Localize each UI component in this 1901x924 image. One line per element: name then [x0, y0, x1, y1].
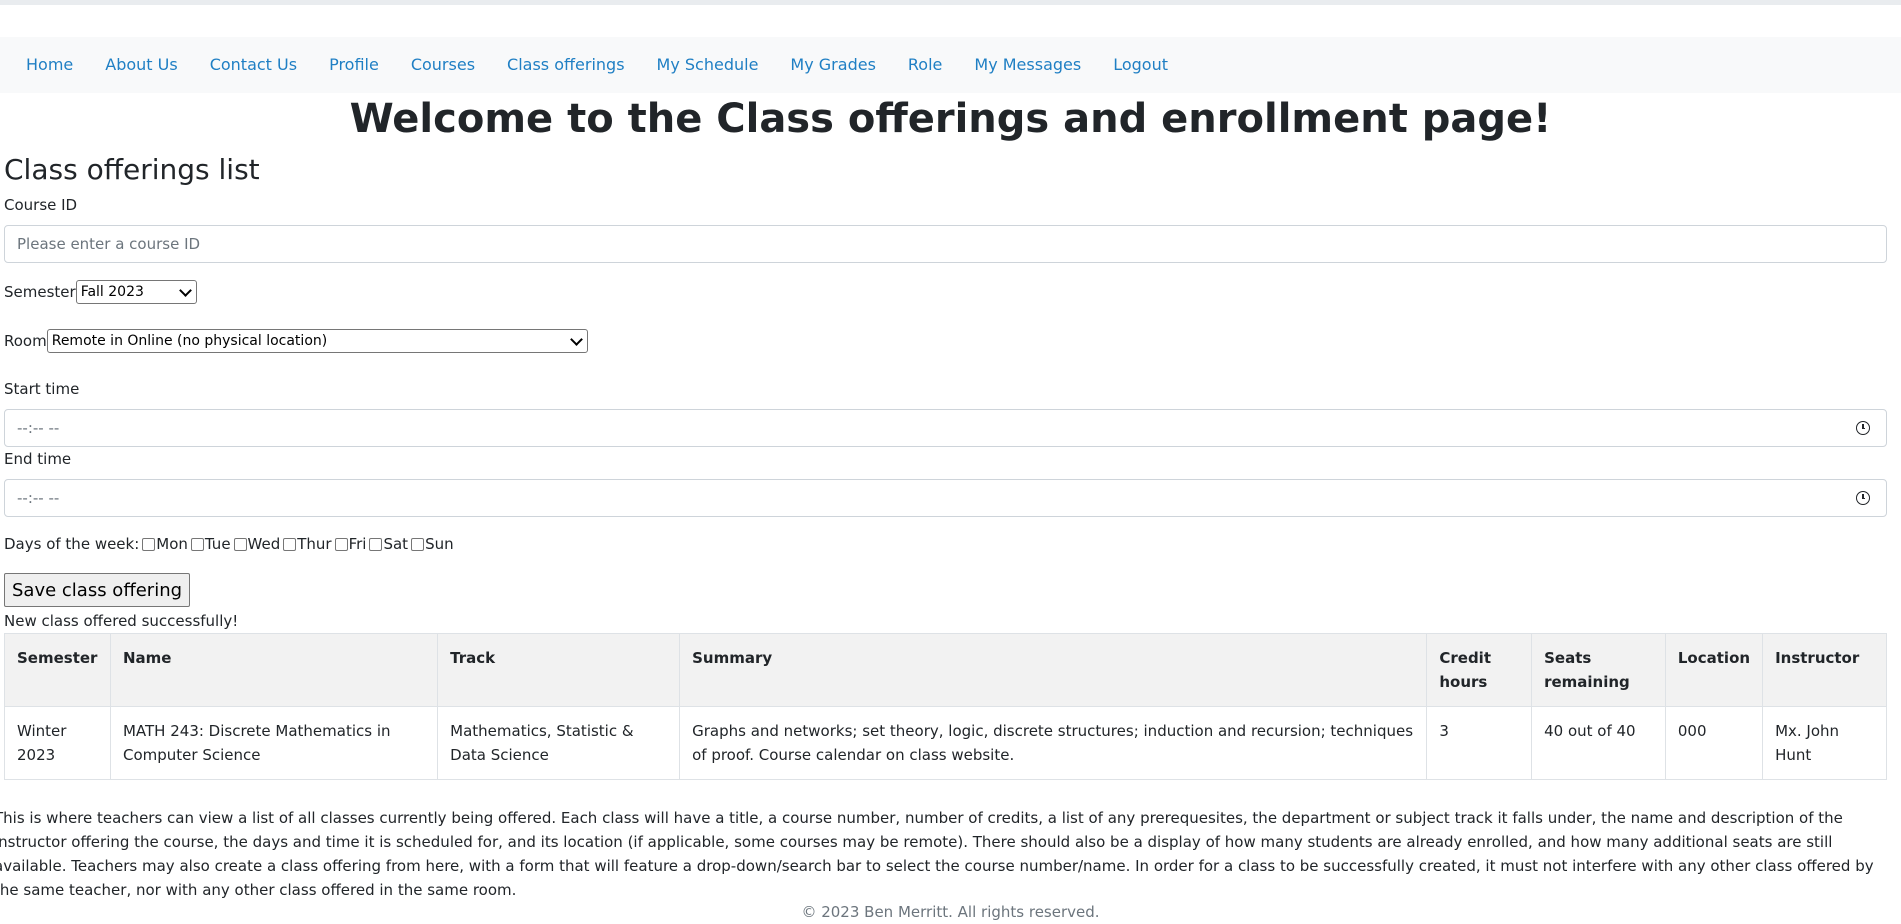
- checkbox-fri[interactable]: [334, 537, 348, 551]
- top-strip: [0, 0, 1901, 5]
- cell-location: 000: [1664, 706, 1764, 780]
- checkbox-sat[interactable]: [369, 537, 383, 551]
- day-thur: Thur: [280, 535, 332, 553]
- page-description: This is where teachers can view a list o…: [0, 809, 1874, 899]
- end-time-value: --:-- --: [17, 489, 60, 507]
- header-seats-remaining: Seats remaining: [1531, 633, 1666, 707]
- save-class-offering-button[interactable]: Save class offering: [4, 573, 191, 607]
- day-thur-label: Thur: [297, 535, 332, 553]
- semester-label: Semester: [4, 283, 76, 301]
- day-fri-label: Fri: [348, 535, 367, 553]
- page-title: Welcome to the Class offerings and enrol…: [349, 96, 1552, 142]
- days-label: Days of the week:: [4, 535, 140, 553]
- nav-profile[interactable]: Profile: [313, 37, 395, 93]
- cell-semester: Winter 2023: [4, 706, 111, 780]
- main-navbar: Home About Us Contact Us Profile Courses…: [0, 37, 1901, 93]
- start-time-value: --:-- --: [17, 419, 60, 437]
- day-tue-label: Tue: [204, 535, 231, 553]
- nav-my-grades[interactable]: My Grades: [774, 37, 891, 93]
- header-location: Location: [1664, 633, 1764, 707]
- day-wed-label: Wed: [247, 535, 281, 553]
- clock-icon[interactable]: [1856, 421, 1870, 435]
- class-offerings-table: Semester Name Track Summary Credit hours…: [4, 633, 1887, 780]
- day-tue: Tue: [188, 535, 231, 553]
- header-instructor: Instructor: [1762, 633, 1887, 707]
- day-sat-label: Sat: [383, 535, 409, 553]
- day-fri: Fri: [332, 535, 367, 553]
- table-row: Winter 2023 MATH 243: Discrete Mathemati…: [4, 706, 1887, 780]
- clock-icon[interactable]: [1856, 491, 1870, 505]
- nav-my-schedule[interactable]: My Schedule: [641, 37, 775, 93]
- nav-role[interactable]: Role: [892, 37, 958, 93]
- room-select[interactable]: Remote in Online (no physical location): [46, 329, 588, 353]
- nav-class-offerings[interactable]: Class offerings: [491, 37, 641, 93]
- day-mon: Mon: [139, 535, 188, 553]
- days-of-week-row: Days of the week: Mon Tue Wed Thur Fri S…: [4, 535, 454, 553]
- chevron-down-icon: [178, 283, 192, 297]
- nav-logout[interactable]: Logout: [1097, 37, 1184, 93]
- course-id-placeholder: Please enter a course ID: [17, 235, 201, 253]
- end-time-label: End time: [4, 450, 72, 468]
- header-track: Track: [437, 633, 681, 707]
- room-row: Room Remote in Online (no physical locat…: [4, 329, 588, 353]
- checkbox-wed[interactable]: [233, 537, 247, 551]
- course-id-label: Course ID: [4, 196, 78, 214]
- cell-summary: Graphs and networks; set theory, logic, …: [679, 706, 1428, 780]
- cell-credit-hours: 3: [1426, 706, 1533, 780]
- nav-my-messages[interactable]: My Messages: [958, 37, 1097, 93]
- nav-home[interactable]: Home: [10, 37, 89, 93]
- nav-courses[interactable]: Courses: [395, 37, 491, 93]
- section-title: Class offerings list: [4, 153, 260, 186]
- checkbox-sun[interactable]: [411, 537, 425, 551]
- checkbox-thur[interactable]: [283, 537, 297, 551]
- day-sun: Sun: [408, 535, 454, 553]
- checkbox-mon[interactable]: [142, 537, 156, 551]
- header-credit-hours: Credit hours: [1426, 633, 1533, 707]
- checkbox-tue[interactable]: [190, 537, 204, 551]
- room-selected-value: Remote in Online (no physical location): [51, 333, 328, 349]
- day-wed: Wed: [231, 535, 281, 553]
- nav-contact-us[interactable]: Contact Us: [194, 37, 313, 93]
- course-id-input[interactable]: Please enter a course ID: [4, 225, 1887, 263]
- success-message: New class offered successfully!: [4, 612, 239, 630]
- day-sat: Sat: [366, 535, 408, 553]
- table-header-row: Semester Name Track Summary Credit hours…: [4, 633, 1887, 707]
- semester-row: Semester Fall 2023: [4, 280, 197, 304]
- cell-instructor: Mx. John Hunt: [1762, 706, 1887, 780]
- header-summary: Summary: [679, 633, 1428, 707]
- chevron-down-icon: [569, 332, 583, 346]
- day-mon-label: Mon: [156, 535, 188, 553]
- cell-seats-remaining: 40 out of 40: [1531, 706, 1666, 780]
- end-time-input[interactable]: --:-- --: [4, 479, 1887, 517]
- semester-selected-value: Fall 2023: [80, 284, 144, 300]
- header-semester: Semester: [4, 633, 111, 707]
- semester-select[interactable]: Fall 2023: [75, 280, 197, 304]
- room-label: Room: [4, 332, 47, 350]
- nav-about-us[interactable]: About Us: [89, 37, 193, 93]
- cell-track: Mathematics, Statistic & Data Science: [437, 706, 681, 780]
- cell-name: MATH 243: Discrete Mathematics in Comput…: [109, 706, 439, 780]
- start-time-label: Start time: [4, 380, 80, 398]
- footer-copyright: © 2023 Ben Merritt. All rights reserved.: [801, 903, 1100, 921]
- header-name: Name: [109, 633, 439, 707]
- day-sun-label: Sun: [425, 535, 454, 553]
- start-time-input[interactable]: --:-- --: [4, 409, 1887, 447]
